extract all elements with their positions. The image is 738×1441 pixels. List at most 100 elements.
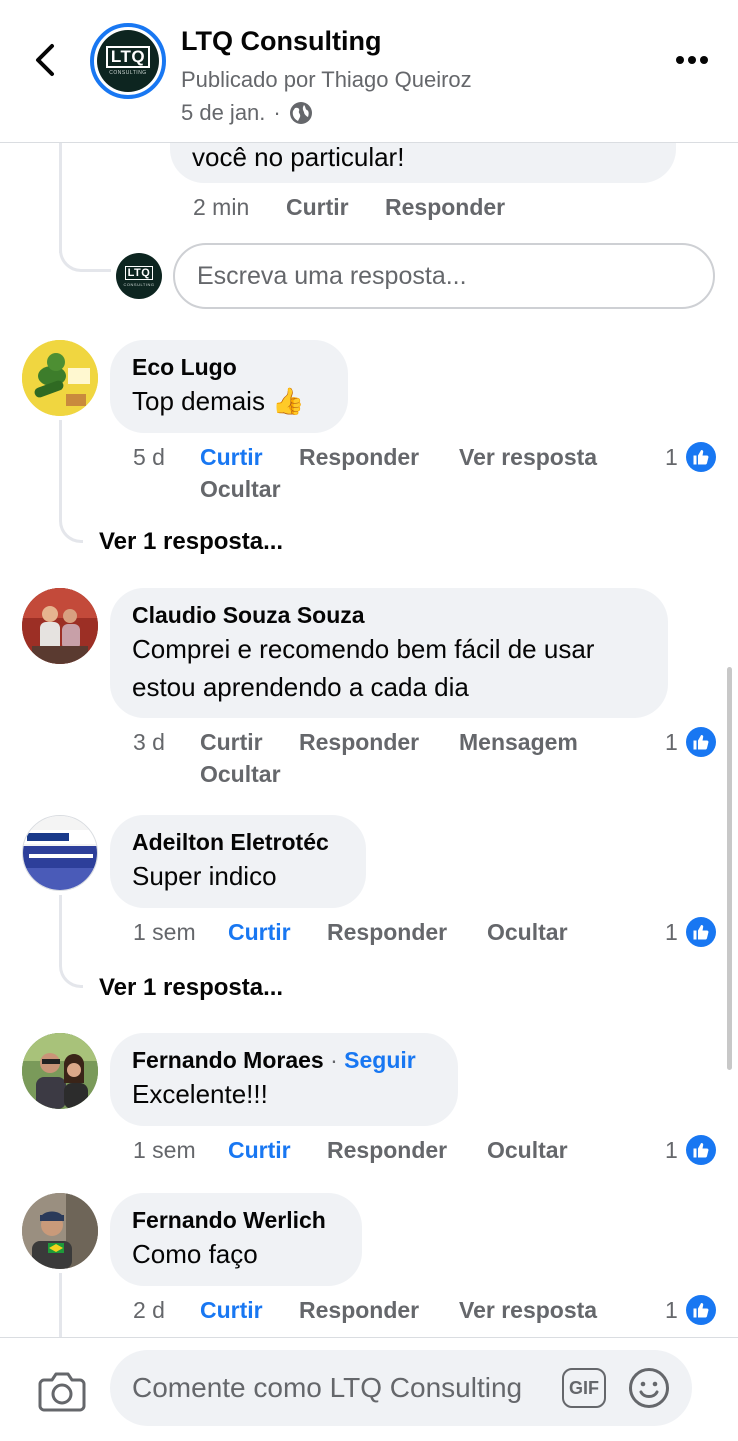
like-button[interactable]: Curtir bbox=[200, 729, 263, 756]
author-separator: · bbox=[330, 1047, 338, 1073]
comment-actions: 1 sem Curtir Responder Ocultar bbox=[133, 919, 633, 951]
like-button[interactable]: Curtir bbox=[228, 919, 291, 946]
like-button[interactable]: Curtir bbox=[200, 1297, 263, 1324]
comment-composer-bar: Comente como LTQ Consulting GIF bbox=[0, 1337, 738, 1441]
message-button[interactable]: Mensagem bbox=[459, 729, 578, 756]
camera-icon[interactable] bbox=[38, 1368, 86, 1412]
comment-time[interactable]: 1 sem bbox=[133, 1137, 196, 1164]
logo-text: LTQ bbox=[124, 265, 154, 280]
like-button[interactable]: Curtir bbox=[200, 444, 263, 471]
avatar-image bbox=[22, 1193, 98, 1269]
thread-curve bbox=[59, 230, 111, 272]
comment-bubble: Adeilton Eletrotéc Super indico bbox=[110, 815, 366, 908]
logo-subtext: CONSULTING bbox=[109, 70, 147, 76]
comment-text: Como faço bbox=[132, 1239, 258, 1269]
comment-actions: 1 sem Curtir Responder Ocultar bbox=[133, 1137, 633, 1169]
comment-time[interactable]: 2 d bbox=[133, 1297, 165, 1324]
page-avatar[interactable]: LTQ CONSULTING bbox=[90, 23, 166, 99]
like-icon bbox=[685, 917, 716, 947]
avatar-image bbox=[23, 816, 97, 890]
comment-text-line: Comprei e recomendo bem fácil de usar bbox=[132, 634, 595, 664]
logo-text: LTQ bbox=[105, 46, 151, 68]
post-header: LTQ CONSULTING LTQ Consulting Publicado … bbox=[0, 0, 738, 143]
reply-button[interactable]: Responder bbox=[299, 729, 419, 756]
scrollbar[interactable] bbox=[727, 667, 732, 1070]
view-replies-link[interactable]: Ver 1 resposta... bbox=[99, 974, 283, 1002]
comment-text: Super indico bbox=[132, 861, 277, 891]
hide-button[interactable]: Ocultar bbox=[487, 919, 568, 946]
reply-button[interactable]: Responder bbox=[327, 919, 447, 946]
like-icon bbox=[685, 1135, 716, 1165]
reply-actions: 2 min Curtir Responder bbox=[193, 194, 593, 224]
reply-button[interactable]: Responder bbox=[299, 444, 419, 471]
like-icon bbox=[685, 727, 716, 757]
like-icon bbox=[685, 1295, 716, 1325]
avatar-image bbox=[22, 1033, 98, 1109]
comment-actions: 2 d Curtir Responder Ver resposta bbox=[133, 1297, 633, 1329]
more-icon[interactable] bbox=[672, 52, 712, 68]
reply-time[interactable]: 2 min bbox=[193, 194, 249, 221]
comment-author[interactable]: Fernando Moraes bbox=[132, 1047, 324, 1073]
comment-time[interactable]: 1 sem bbox=[133, 919, 196, 946]
globe-icon bbox=[289, 102, 312, 124]
avatar[interactable] bbox=[22, 340, 98, 416]
comment-actions: 5 d Curtir Responder Ver resposta Oculta… bbox=[133, 444, 633, 508]
reply-button[interactable]: Responder bbox=[299, 1297, 419, 1324]
comment-time[interactable]: 3 d bbox=[133, 729, 165, 756]
like-icon bbox=[685, 442, 716, 472]
reaction-count[interactable]: 1 bbox=[665, 917, 716, 947]
reaction-count[interactable]: 1 bbox=[665, 442, 716, 472]
page-name[interactable]: LTQ Consulting bbox=[181, 26, 381, 57]
post-date[interactable]: 5 de jan. bbox=[181, 100, 265, 126]
post-meta: 5 de jan. · bbox=[181, 100, 313, 126]
avatar[interactable] bbox=[22, 1033, 98, 1109]
reaction-number: 1 bbox=[665, 443, 678, 470]
comment-text: Top demais 👍 bbox=[132, 386, 305, 416]
reaction-count[interactable]: 1 bbox=[665, 727, 716, 757]
reply-like-button[interactable]: Curtir bbox=[286, 194, 349, 221]
reaction-number: 1 bbox=[665, 918, 678, 945]
thread-line bbox=[59, 420, 62, 518]
meta-separator: · bbox=[273, 100, 281, 125]
comment-bubble: Eco Lugo Top demais 👍 bbox=[110, 340, 348, 433]
thread-line bbox=[59, 1273, 62, 1337]
emoji-icon[interactable] bbox=[628, 1367, 670, 1409]
view-replies-link[interactable]: Ver 1 resposta... bbox=[99, 528, 283, 556]
comment-time[interactable]: 5 d bbox=[133, 444, 165, 471]
view-reply-button[interactable]: Ver resposta bbox=[459, 1297, 597, 1324]
reply-reply-button[interactable]: Responder bbox=[385, 194, 505, 221]
avatar-image bbox=[22, 340, 98, 416]
reaction-count[interactable]: 1 bbox=[665, 1295, 716, 1325]
comment-bubble: Claudio Souza Souza Comprei e recomendo … bbox=[110, 588, 668, 718]
hide-button[interactable]: Ocultar bbox=[200, 476, 281, 503]
comment-author[interactable]: Eco Lugo bbox=[132, 352, 326, 382]
thread-curve bbox=[59, 505, 83, 543]
reply-text: você no particular! bbox=[192, 142, 405, 172]
comment-author[interactable]: Claudio Souza Souza bbox=[132, 600, 646, 630]
hide-button[interactable]: Ocultar bbox=[200, 761, 281, 788]
reply-button[interactable]: Responder bbox=[327, 1137, 447, 1164]
follow-button[interactable]: Seguir bbox=[344, 1047, 416, 1073]
hide-button[interactable]: Ocultar bbox=[487, 1137, 568, 1164]
comment-bubble: Fernando Moraes · Seguir Excelente!!! bbox=[110, 1033, 458, 1126]
reaction-number: 1 bbox=[665, 1296, 678, 1323]
reaction-number: 1 bbox=[665, 1136, 678, 1163]
view-reply-button[interactable]: Ver resposta bbox=[459, 444, 597, 471]
like-button[interactable]: Curtir bbox=[228, 1137, 291, 1164]
composer-avatar: LTQ CONSULTING bbox=[116, 253, 162, 299]
logo-subtext: CONSULTING bbox=[123, 281, 155, 287]
back-arrow-icon[interactable] bbox=[26, 40, 66, 80]
comment-author[interactable]: Fernando Werlich bbox=[132, 1205, 340, 1235]
avatar-image bbox=[22, 588, 98, 664]
reaction-number: 1 bbox=[665, 728, 678, 755]
gif-icon[interactable]: GIF bbox=[562, 1368, 606, 1408]
reaction-count[interactable]: 1 bbox=[665, 1135, 716, 1165]
reply-input[interactable]: Escreva uma resposta... bbox=[173, 243, 715, 309]
comment-input[interactable]: Comente como LTQ Consulting GIF bbox=[110, 1350, 692, 1426]
avatar[interactable] bbox=[22, 1193, 98, 1269]
comment-bubble: Fernando Werlich Como faço bbox=[110, 1193, 362, 1286]
avatar[interactable] bbox=[22, 588, 98, 664]
posted-by: Publicado por Thiago Queiroz bbox=[181, 67, 472, 92]
avatar[interactable] bbox=[22, 815, 98, 891]
comment-author[interactable]: Adeilton Eletrotéc bbox=[132, 827, 344, 857]
